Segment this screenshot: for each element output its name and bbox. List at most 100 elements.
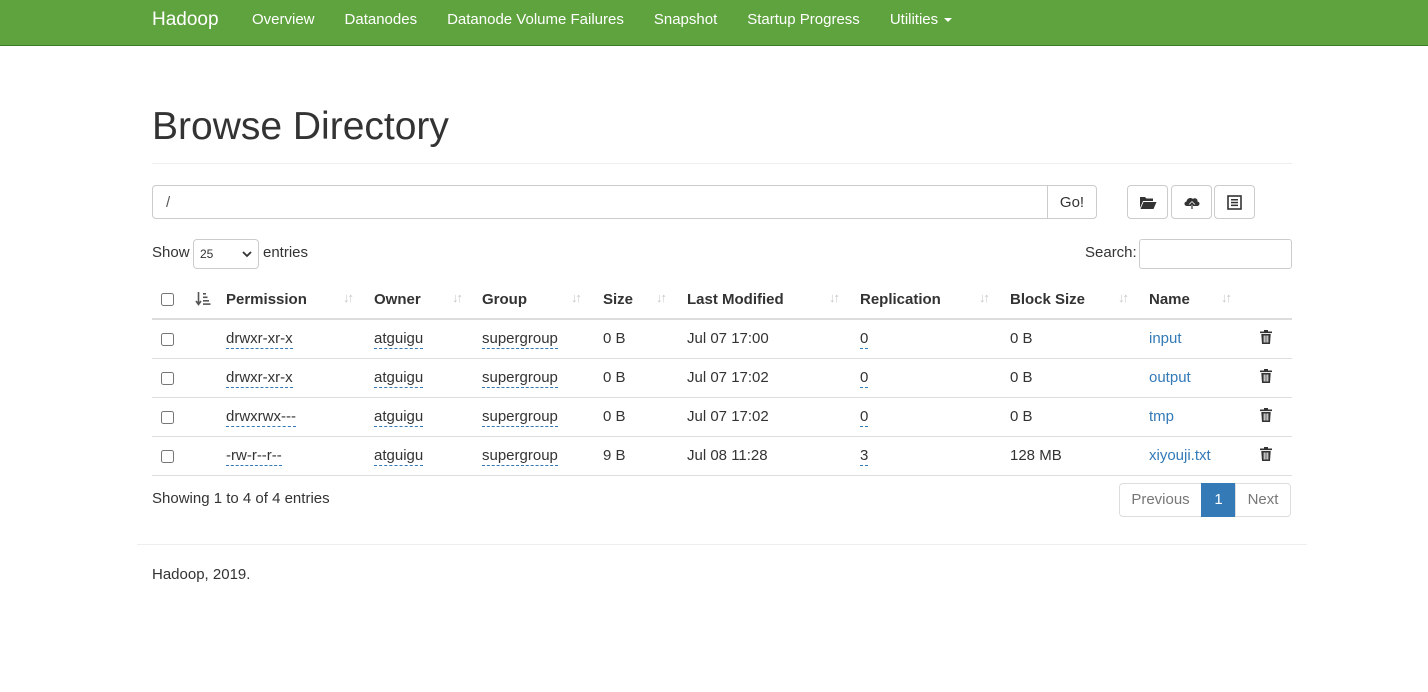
permission-cell[interactable]: drwxrwx--- [226,408,296,427]
row-checkbox[interactable] [161,371,174,385]
search-input[interactable] [1139,239,1292,269]
select-all-checkbox[interactable] [161,293,174,307]
go-button[interactable]: Go! [1047,185,1097,219]
top-navbar: Hadoop Overview Datanodes Datanode Volum… [0,0,1428,46]
row-checkbox[interactable] [161,449,174,463]
owner-cell[interactable]: atguigu [374,369,424,388]
sort-icon: ↓↑ [452,290,463,305]
column-header-size[interactable]: Size ↓↑ [603,280,687,320]
block-size-cell: 0 B [1010,397,1149,437]
nav-snapshot[interactable]: Snapshot [639,0,732,39]
nav-datanode-volume-failures[interactable]: Datanode Volume Failures [432,0,639,39]
last-modified-cell: Jul 08 11:28 [687,436,860,476]
trash-icon [1260,368,1272,383]
page-length-value: 25 [200,247,214,261]
delete-button[interactable] [1260,446,1272,465]
column-label: Block Size [1010,291,1086,308]
column-header-permission[interactable]: Permission ↓↑ [226,280,374,320]
directory-path-input[interactable] [152,185,1048,219]
column-label: Permission [226,291,307,308]
list-alt-icon [1227,194,1242,210]
last-modified-cell: Jul 07 17:02 [687,358,860,398]
footer-divider [137,544,1307,545]
next-page-button[interactable]: Next [1235,483,1291,517]
trash-icon [1260,407,1272,422]
sort-icon: ↓↑ [829,290,840,305]
nav-datanodes[interactable]: Datanodes [330,0,433,39]
owner-cell[interactable]: atguigu [374,408,424,427]
create-directory-button[interactable] [1127,185,1168,219]
file-name-link[interactable]: output [1149,369,1191,386]
file-name-link[interactable]: xiyouji.txt [1149,447,1211,464]
replication-cell[interactable]: 0 [860,408,869,427]
search-label: Search: [1085,244,1137,261]
table-row: drwxrwx--- atguigu supergroup 0 B Jul 07… [152,397,1292,437]
column-header-group[interactable]: Group ↓↑ [482,280,603,320]
sort-icon: ↓↑ [1118,290,1129,305]
entries-label: entries [263,244,309,261]
show-label: Show [152,244,190,261]
sort-icon: ↓↑ [656,290,667,305]
group-cell[interactable]: supergroup [482,447,558,466]
column-label: Name [1149,291,1190,308]
trash-icon [1260,329,1272,344]
file-name-link[interactable]: input [1149,330,1182,347]
sort-icon: ↓↑ [979,290,990,305]
trash-icon [1260,446,1272,461]
replication-cell[interactable]: 0 [860,330,869,350]
column-label: Last Modified [687,291,784,308]
delete-button[interactable] [1260,368,1272,387]
group-cell[interactable]: supergroup [482,330,558,350]
sort-icon: ↓↑ [1221,290,1232,305]
page-1-button[interactable]: 1 [1201,483,1236,517]
size-cell: 0 B [603,397,687,437]
file-table: Permission ↓↑ Owner ↓↑ Group ↓↑ Size ↓↑ Last… [152,280,1292,476]
folder-open-icon [1139,196,1156,209]
sort-ascending-icon [195,292,211,306]
previous-page-button[interactable]: Previous [1119,483,1202,517]
column-header-name[interactable]: Name ↓↑ [1149,280,1252,320]
upload-files-button[interactable] [1171,185,1212,219]
nav-utilities-dropdown[interactable]: Utilities [875,0,967,39]
brand-link[interactable]: Hadoop [152,9,219,31]
nav-startup-progress[interactable]: Startup Progress [732,0,875,39]
sort-column-header[interactable] [189,280,226,320]
column-header-last-modified[interactable]: Last Modified ↓↑ [687,280,860,320]
file-name-link[interactable]: tmp [1149,408,1174,425]
permission-cell[interactable]: -rw-r--r-- [226,447,282,466]
group-cell[interactable]: supergroup [482,369,558,388]
nav-menu: Overview Datanodes Datanode Volume Failu… [237,0,967,45]
table-header-row: Permission ↓↑ Owner ↓↑ Group ↓↑ Size ↓↑ Last… [152,280,1292,320]
column-header-replication[interactable]: Replication ↓↑ [860,280,1010,320]
cut-paste-button[interactable] [1214,185,1255,219]
permission-cell[interactable]: drwxr-xr-x [226,330,293,350]
table-row: drwxr-xr-x atguigu supergroup 0 B Jul 07… [152,319,1292,359]
owner-cell[interactable]: atguigu [374,447,424,466]
delete-button[interactable] [1260,329,1272,348]
chevron-down-icon [242,250,252,257]
column-label: Owner [374,291,421,308]
size-cell: 0 B [603,358,687,398]
permission-cell[interactable]: drwxr-xr-x [226,369,293,388]
owner-cell[interactable]: atguigu [374,330,424,350]
pagination: Previous 1 Next [1119,483,1291,517]
column-label: Replication [860,291,941,308]
size-cell: 0 B [603,319,687,359]
cloud-upload-icon [1183,197,1200,209]
page-length-select[interactable]: 25 [193,239,259,269]
actions-header [1252,280,1292,320]
column-header-owner[interactable]: Owner ↓↑ [374,280,482,320]
page-title: Browse Directory [152,105,449,148]
group-cell[interactable]: supergroup [482,408,558,427]
row-checkbox[interactable] [161,410,174,424]
column-header-block-size[interactable]: Block Size ↓↑ [1010,280,1149,320]
delete-button[interactable] [1260,407,1272,426]
last-modified-cell: Jul 07 17:02 [687,397,860,437]
replication-cell[interactable]: 0 [860,369,869,388]
table-row: drwxr-xr-x atguigu supergroup 0 B Jul 07… [152,358,1292,398]
sort-icon: ↓↑ [343,290,354,305]
row-checkbox[interactable] [161,332,174,346]
block-size-cell: 128 MB [1010,436,1149,476]
nav-overview[interactable]: Overview [237,0,330,39]
replication-cell[interactable]: 3 [860,447,869,466]
